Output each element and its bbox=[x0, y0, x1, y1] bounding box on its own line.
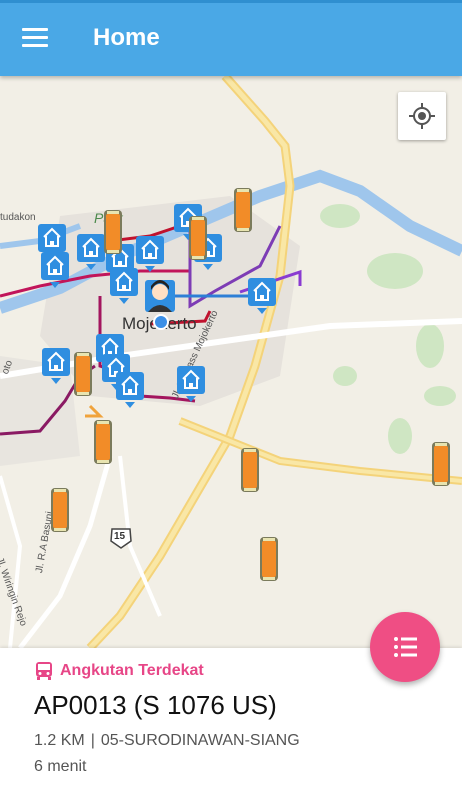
vehicle-meta: 1.2 KM | 05-SURODINAWAN-SIANG bbox=[34, 732, 300, 750]
status-strip bbox=[0, 0, 462, 3]
vehicle-id: AP0013 (S 1076 US) bbox=[34, 690, 277, 720]
house-marker-icon[interactable] bbox=[40, 251, 70, 289]
list-button[interactable] bbox=[370, 612, 440, 682]
house-marker-icon[interactable] bbox=[76, 233, 106, 271]
bus-icon[interactable] bbox=[94, 420, 112, 464]
bus-icon[interactable] bbox=[74, 352, 92, 396]
panel-header-label: Angkutan Terdekat bbox=[60, 662, 204, 679]
bus-icon[interactable] bbox=[189, 216, 207, 260]
bus-icon bbox=[36, 662, 52, 680]
eta: 6 menit bbox=[34, 758, 87, 775]
house-marker-icon[interactable] bbox=[176, 365, 206, 403]
bus-icon[interactable] bbox=[234, 188, 252, 232]
distance: 1.2 KM bbox=[34, 732, 85, 749]
map-view[interactable]: Park Mojokerto Jl. By Pass Mojokerto Jl.… bbox=[0, 76, 462, 648]
page-title: Home bbox=[93, 24, 160, 51]
list-icon bbox=[394, 637, 417, 657]
panel-header: Angkutan Terdekat bbox=[34, 660, 204, 682]
house-marker-icon[interactable] bbox=[41, 347, 71, 385]
bus-icon[interactable] bbox=[432, 442, 450, 486]
markers-layer bbox=[37, 188, 450, 581]
house-marker-icon[interactable] bbox=[247, 277, 277, 315]
my-location-button[interactable] bbox=[398, 92, 446, 140]
bus-icon[interactable] bbox=[260, 537, 278, 581]
house-marker-icon[interactable] bbox=[115, 371, 145, 409]
meta-separator: | bbox=[90, 732, 95, 749]
bus-icon[interactable] bbox=[104, 210, 122, 254]
bus-icon[interactable] bbox=[51, 488, 69, 532]
house-marker-icon[interactable] bbox=[135, 235, 165, 273]
my-location-icon bbox=[409, 103, 435, 129]
route-name: 05-SURODINAWAN-SIANG bbox=[100, 732, 300, 749]
user-location-icon bbox=[145, 280, 175, 330]
hamburger-icon[interactable] bbox=[22, 28, 48, 48]
bus-icon[interactable] bbox=[241, 448, 259, 492]
app-bar: Home bbox=[0, 0, 462, 76]
house-marker-icon[interactable] bbox=[109, 267, 139, 305]
